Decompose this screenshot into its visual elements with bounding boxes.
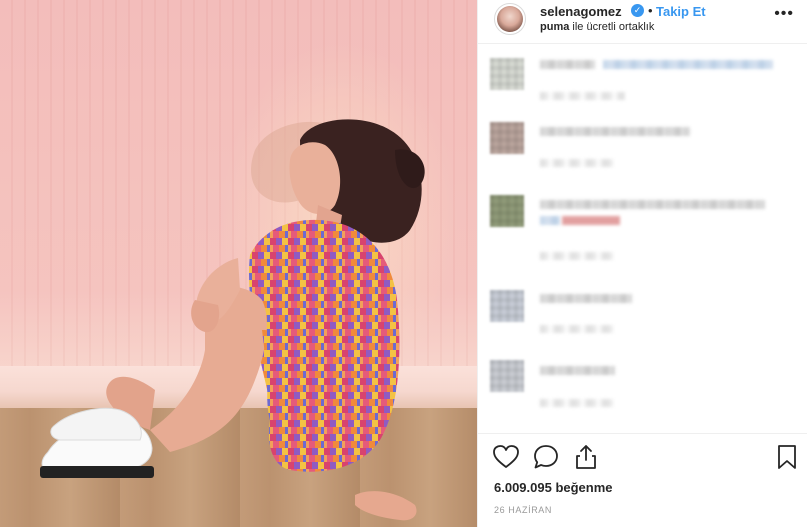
partner-brand-link[interactable]: puma (540, 21, 569, 33)
comment-text-obscured (540, 216, 560, 225)
like-count[interactable]: 6.009.095 beğenme (494, 480, 613, 495)
bookmark-icon[interactable] (773, 443, 803, 473)
comment-meta-obscured (540, 399, 615, 407)
comment-avatar[interactable] (490, 360, 524, 392)
comments-list[interactable] (478, 45, 807, 433)
comment-text-obscured (540, 200, 765, 209)
heart-icon[interactable] (492, 443, 522, 473)
list-item (478, 285, 807, 345)
comment-avatar[interactable] (490, 195, 524, 227)
list-item (478, 50, 807, 110)
profile-avatar[interactable] (494, 3, 526, 35)
post-date[interactable]: 26 HAZİRAN (494, 505, 552, 515)
comment-meta-obscured (540, 325, 615, 333)
comment-avatar[interactable] (490, 58, 524, 90)
comment-text-obscured (540, 127, 690, 136)
share-icon[interactable] (572, 443, 602, 473)
comment-avatar[interactable] (490, 290, 524, 322)
comment-bubble-icon[interactable] (532, 443, 562, 473)
verified-badge-icon: ✓ (631, 4, 644, 17)
avatar-image (497, 6, 523, 32)
comment-meta-obscured (540, 252, 615, 260)
separator-dot: • (648, 3, 653, 18)
post-photo[interactable] (0, 0, 477, 527)
post-side-panel: selenagomez ✓ • Takip Et puma ile ücretl… (477, 0, 807, 527)
follow-button[interactable]: Takip Et (656, 4, 706, 19)
more-options-icon[interactable]: ••• (774, 5, 794, 23)
comment-avatar[interactable] (490, 122, 524, 154)
post-header: selenagomez ✓ • Takip Et puma ile ücretl… (478, 0, 807, 44)
comment-meta-obscured (540, 159, 615, 167)
comment-text-obscured (540, 366, 615, 375)
comment-text-obscured (540, 60, 595, 69)
list-item (478, 357, 807, 417)
username-link[interactable]: selenagomez (540, 4, 622, 19)
partnership-text: ile ücretli ortaklık (569, 21, 655, 33)
seated-person-illustration (40, 119, 425, 521)
comment-emoji-obscured (562, 216, 620, 225)
comment-meta-obscured (540, 92, 625, 100)
list-item (478, 190, 807, 260)
comment-text-obscured (603, 60, 773, 69)
comment-text-obscured (540, 294, 632, 303)
paid-partnership-label: puma ile ücretli ortaklık (540, 21, 654, 33)
post-actions-bar: 6.009.095 beğenme 26 HAZİRAN (478, 433, 807, 527)
list-item (478, 117, 807, 177)
